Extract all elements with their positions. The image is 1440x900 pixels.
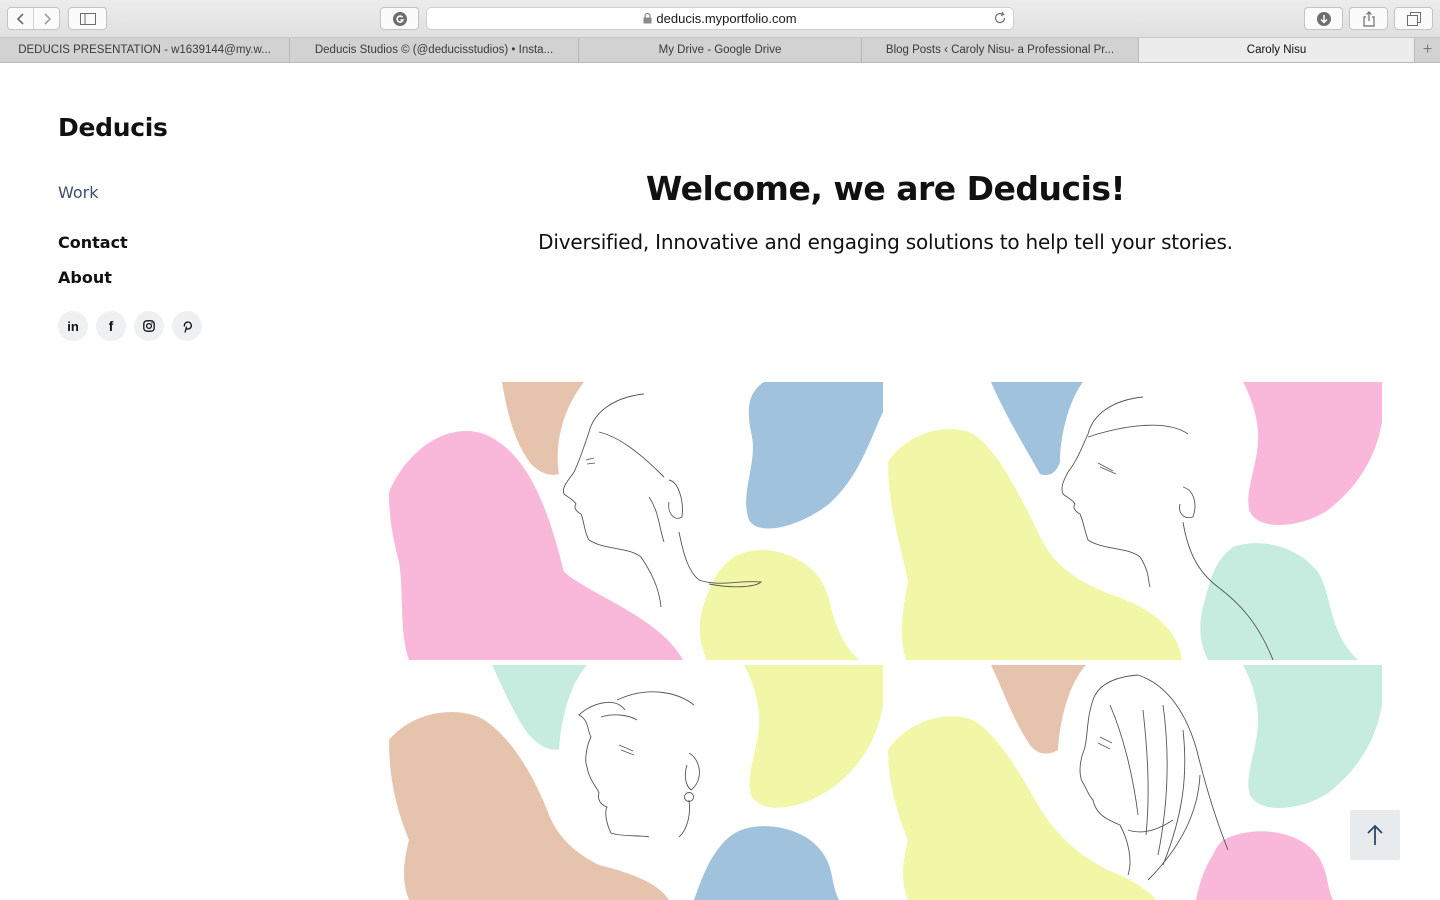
- grammarly-icon: [392, 11, 407, 26]
- hero-title: Welcome, we are Deducis!: [645, 169, 1126, 208]
- tab-label: Deducis Studios © (@deducisstudios) • In…: [314, 44, 554, 56]
- sidebar-icon: [79, 12, 96, 25]
- nav-about-link[interactable]: About: [58, 268, 112, 287]
- tab-label: DEDUCIS PRESENTATION - w1639144@my.w...: [18, 44, 271, 56]
- arrow-up-icon: [1367, 824, 1383, 845]
- extension-button[interactable]: [380, 7, 419, 30]
- tab-bar: DEDUCIS PRESENTATION - w1639144@my.w... …: [0, 38, 1440, 63]
- address-bar[interactable]: deducis.myportfolio.com: [426, 7, 1014, 30]
- page-content: Deducis Work Contact About in f Welcome,…: [0, 63, 1440, 900]
- pinterest-button[interactable]: [172, 311, 202, 341]
- instagram-button[interactable]: [134, 311, 164, 341]
- browser-tab[interactable]: Blog Posts ‹ Caroly Nisu- a Professional…: [862, 38, 1139, 62]
- plus-icon: +: [1422, 41, 1433, 58]
- hero-subtitle: Diversified, Innovative and engaging sol…: [538, 230, 1233, 254]
- browser-toolbar: deducis.myportfolio.com: [0, 0, 1440, 38]
- forward-button[interactable]: [33, 8, 59, 29]
- linkedin-icon: in: [67, 318, 79, 334]
- tabs-overview-icon: [1406, 11, 1421, 26]
- browser-tab[interactable]: Deducis Studios © (@deducisstudios) • In…: [290, 38, 579, 62]
- lock-icon: [643, 13, 652, 24]
- browser-tab[interactable]: My Drive - Google Drive: [579, 38, 862, 62]
- tab-label: Caroly Nisu: [1246, 44, 1307, 56]
- tab-label: Blog Posts ‹ Caroly Nisu- a Professional…: [885, 44, 1115, 56]
- show-tabs-button[interactable]: [1394, 7, 1433, 30]
- gallery-item[interactable]: [888, 665, 1382, 900]
- chevron-left-icon: [16, 12, 24, 25]
- tab-label: My Drive - Google Drive: [658, 44, 782, 56]
- reload-icon[interactable]: [993, 11, 1007, 25]
- back-button[interactable]: [8, 8, 33, 29]
- scroll-to-top-button[interactable]: [1350, 810, 1400, 860]
- linkedin-button[interactable]: in: [58, 311, 88, 341]
- instagram-icon: [143, 320, 155, 332]
- woman-profile-illustration: [389, 382, 883, 660]
- share-button[interactable]: [1349, 7, 1388, 30]
- site-logo[interactable]: Deducis: [58, 113, 168, 142]
- facebook-icon: f: [108, 318, 114, 334]
- url-text: deducis.myportfolio.com: [656, 11, 797, 26]
- sidebar-toggle-button[interactable]: [68, 7, 107, 30]
- gallery-item[interactable]: [389, 665, 883, 900]
- gallery-item[interactable]: [888, 382, 1382, 660]
- chevron-right-icon: [43, 12, 51, 25]
- man-profile-illustration: [389, 665, 883, 900]
- browser-tab-active[interactable]: Caroly Nisu: [1139, 38, 1415, 62]
- nav-contact-link[interactable]: Contact: [58, 233, 128, 252]
- download-icon: [1316, 11, 1331, 26]
- new-tab-button[interactable]: +: [1415, 38, 1440, 62]
- downloads-button[interactable]: [1304, 7, 1343, 30]
- woman-profile-illustration: [888, 382, 1382, 660]
- history-nav: [7, 7, 60, 30]
- pinterest-icon: [183, 320, 192, 333]
- facebook-button[interactable]: f: [96, 311, 126, 341]
- nav-work-link[interactable]: Work: [58, 183, 99, 202]
- gallery-item[interactable]: [389, 382, 883, 660]
- browser-tab[interactable]: DEDUCIS PRESENTATION - w1639144@my.w...: [0, 38, 290, 62]
- share-icon: [1362, 10, 1375, 27]
- hijab-profile-illustration: [888, 665, 1382, 900]
